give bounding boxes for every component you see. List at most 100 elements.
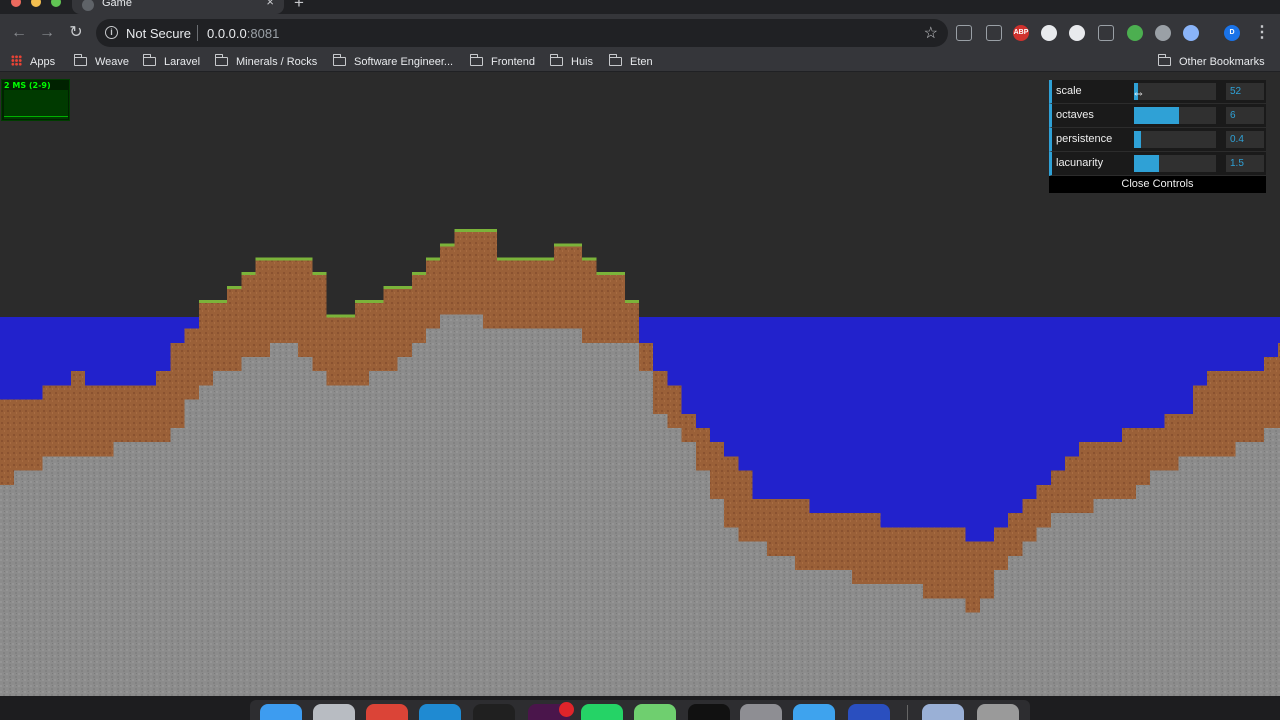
stone-tile [937,598,952,696]
dirt-tile [113,385,129,443]
close-window-button[interactable] [11,0,21,7]
dirt-tile [837,513,853,570]
activity-monitor-dock-icon[interactable] [688,704,730,720]
lacunarity-slider[interactable] [1134,155,1216,172]
bookmark-software-engineer[interactable]: Software Engineer... [332,53,454,71]
dirt-tile [994,527,1009,570]
security-label[interactable]: Not Secure [126,26,191,41]
stone-tile [852,584,867,696]
sourcetree-dock-icon[interactable] [634,704,676,720]
control-label: octaves [1056,109,1094,121]
xcode-dock-icon[interactable] [793,704,835,720]
bookmark-laravel[interactable]: Laravel [142,53,200,71]
safari-dock-icon[interactable] [313,704,355,720]
grass-tile [312,271,328,275]
terminal-dock-icon[interactable] [473,704,515,720]
stone-tile [298,357,313,696]
dirt-tile [497,257,512,329]
grass-tile [454,229,470,233]
documents-dock-icon[interactable] [922,704,964,720]
dirt-tile [1136,428,1151,485]
water-tile [880,317,896,528]
stone-tile [994,570,1009,696]
grass-tile [298,257,313,261]
chrome-dock-icon[interactable] [366,704,408,720]
bookmark-apps[interactable]: Apps [11,53,55,71]
dirt-tile [937,527,952,599]
chrome-menu-icon[interactable]: ⋮ [1254,23,1270,43]
dirt-tile [596,271,612,343]
grass-tile [340,314,356,318]
camera-ext-icon[interactable] [956,25,972,41]
forward-button[interactable]: → [36,22,58,44]
bookmark-label: Software Engineer... [354,56,454,68]
new-tab-button[interactable]: + [294,0,304,11]
octaves-slider[interactable] [1134,107,1216,124]
back-button[interactable]: ← [8,22,30,44]
vscode-dock-icon[interactable] [419,704,461,720]
vault-ext-icon[interactable] [1069,25,1085,41]
address-bar[interactable]: i Not Secure 0.0.0.0:8081 ☆ [96,19,948,47]
url-text[interactable]: 0.0.0.0:8081 [207,26,279,41]
water-tile [170,317,186,343]
dirt-tile [1150,428,1165,471]
adblock-ext-icon[interactable]: ABP [1013,25,1029,41]
octaves-value-input[interactable]: 6 [1226,107,1264,124]
record-ext-icon[interactable] [1155,25,1171,41]
close-tab-icon[interactable]: × [266,0,274,8]
minimize-window-button[interactable] [31,0,41,7]
info-icon[interactable]: i [105,26,118,39]
persistence-slider[interactable] [1134,131,1216,148]
dirt-tile [908,527,924,585]
dirt-tile [852,513,867,585]
stone-tile [355,385,370,696]
profile-avatar-icon[interactable]: D [1224,25,1240,41]
dirt-tile [1121,428,1137,499]
whatsapp-dock-icon[interactable] [581,704,623,720]
pen-ext-icon[interactable] [986,25,1002,41]
dirt-tile [1036,484,1052,528]
reload-button[interactable]: ↻ [65,22,87,44]
lacunarity-value-input[interactable]: 1.5 [1226,155,1264,172]
stone-tile [227,371,242,696]
tab-game[interactable]: Game × [72,0,284,14]
water-tile [56,317,72,386]
screen-dock-icon[interactable] [848,704,890,720]
bookmark-eten[interactable]: Eten [608,53,653,71]
water-tile [951,317,967,528]
dirt-tile [1050,470,1066,514]
scale-value-input[interactable]: 52 [1226,83,1264,100]
grass-tile [568,243,583,247]
bookmark-huis[interactable]: Huis [549,53,593,71]
compass-ext-icon[interactable] [1041,25,1057,41]
bookmark-star-icon[interactable]: ☆ [924,23,938,43]
system-preferences-dock-icon[interactable] [740,704,782,720]
persistence-value-input[interactable]: 0.4 [1226,131,1264,148]
bookmark-weave[interactable]: Weave [73,53,129,71]
target-ext-icon[interactable] [1183,25,1199,41]
stone-tile [411,342,427,696]
dirt-tile [28,399,44,471]
finder-dock-icon[interactable] [260,704,302,720]
trash-dock-icon[interactable] [977,704,1019,720]
zoom-window-button[interactable] [51,0,61,7]
water-tile [1164,317,1180,414]
scale-slider[interactable] [1134,83,1216,100]
stone-tile [1050,513,1066,696]
other-bookmarks[interactable]: Other Bookmarks [1157,53,1265,71]
water-tile [127,317,143,386]
dirt-tile [1107,442,1123,499]
dirt-tile [568,243,583,329]
stone-tile [42,456,58,696]
stone-tile [1164,470,1180,696]
chrome-ext-icon[interactable] [1127,25,1143,41]
dirt-tile [582,257,597,343]
bookmark-frontend[interactable]: Frontend [469,53,535,71]
bookmark-minerals-rocks[interactable]: Minerals / Rocks [214,53,317,71]
folder-icon [608,54,622,66]
close-controls-button[interactable]: Close Controls [1049,176,1266,193]
dirt-tile [99,385,115,457]
fps-stats-panel[interactable]: 2 MS (2-9) [1,79,70,121]
move-ext-icon[interactable] [1098,25,1114,41]
grass-tile [227,286,242,289]
